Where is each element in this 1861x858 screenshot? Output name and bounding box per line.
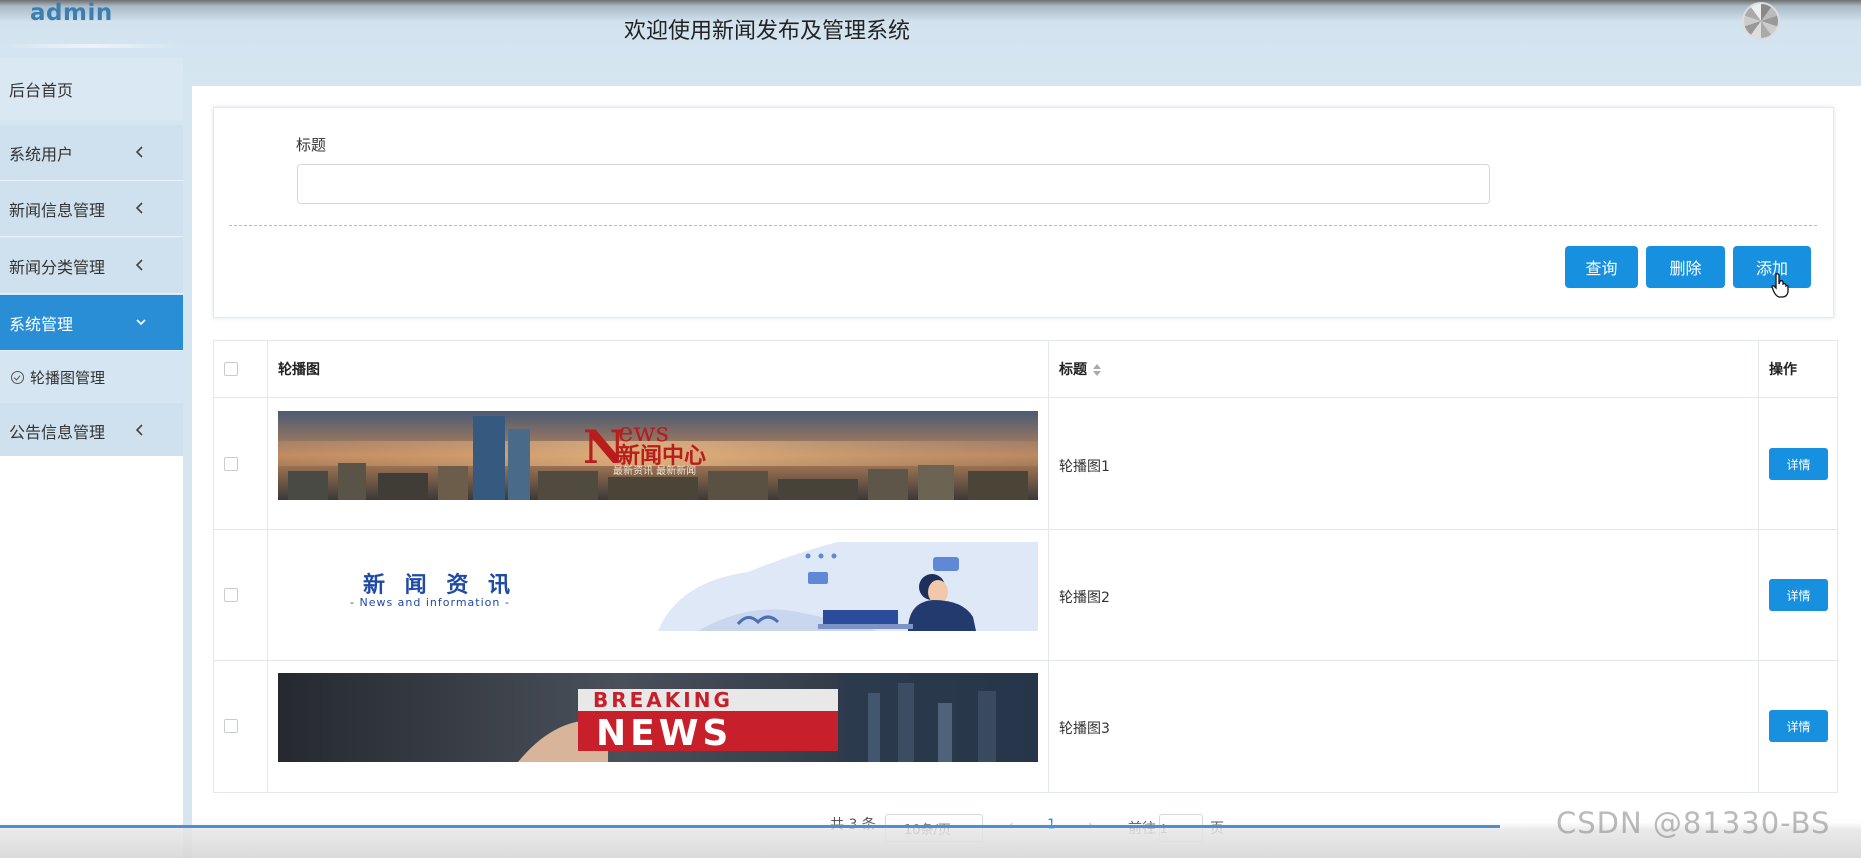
sidebar-item-home[interactable]: 后台首页 (0, 58, 183, 120)
select-all-checkbox[interactable] (224, 362, 238, 376)
column-header-actions: 操作 (1769, 362, 1797, 378)
sidebar-empty-area (0, 456, 183, 858)
sidebar-item-system-users[interactable]: 系统用户 (0, 125, 183, 181)
chevron-down-icon (134, 313, 146, 331)
sidebar-item-label: 新闻信息管理 (9, 200, 106, 220)
detail-button[interactable]: 详情 (1769, 579, 1828, 611)
row-divider (213, 529, 1838, 530)
title-search-input[interactable] (297, 164, 1490, 204)
banner-breaking: BREAKING (593, 688, 733, 712)
detail-button[interactable]: 详情 (1769, 448, 1828, 480)
column-header-label: 标题 (1059, 362, 1087, 378)
brand-logo: admin (30, 0, 113, 26)
column-header-title[interactable]: 标题 (1059, 359, 1101, 379)
chevron-left-icon (134, 256, 146, 274)
sidebar-item-news-category[interactable]: 新闻分类管理 (0, 238, 183, 294)
banner-info-cn: 新 闻 资 讯 (363, 572, 516, 598)
sidebar-item-label: 新闻分类管理 (9, 257, 106, 277)
column-divider (1758, 340, 1759, 793)
column-divider (267, 340, 268, 793)
delete-button[interactable]: 删除 (1646, 246, 1725, 288)
table-header-row (213, 340, 1838, 398)
search-label: 标题 (296, 136, 327, 154)
sidebar-subitem-label: 轮播图管理 (30, 368, 106, 387)
banner-info-en: - News and information - (350, 596, 510, 609)
sidebar-divider (183, 86, 192, 858)
column-divider (1048, 340, 1049, 793)
sidebar-item-news-info[interactable]: 新闻信息管理 (0, 181, 183, 237)
row-checkbox[interactable] (224, 588, 238, 602)
banner-news: NEWS (596, 713, 732, 754)
sidebar-item-label: 公告信息管理 (9, 422, 106, 442)
carousel-thumbnail: N ews 新闻中心 最新资讯 最新新闻 (278, 411, 1038, 500)
hand-cursor-icon (1770, 272, 1790, 304)
top-bar (0, 0, 1861, 86)
chevron-left-icon (134, 199, 146, 217)
check-circle-icon (11, 370, 24, 384)
detail-button[interactable]: 详情 (1769, 710, 1828, 742)
search-divider (229, 225, 1817, 226)
sidebar-subitem-carousel[interactable]: 轮播图管理 (0, 351, 183, 403)
bottom-progress-line (0, 825, 1500, 828)
sidebar-item-system-management[interactable]: 系统管理 (0, 295, 183, 351)
column-header-image: 轮播图 (278, 362, 320, 378)
banner-news-sub: 最新资讯 最新新闻 (613, 464, 696, 477)
query-button[interactable]: 查询 (1565, 246, 1638, 288)
watermark: CSDN @81330-BS (1556, 806, 1831, 840)
brand-underline (0, 44, 182, 48)
carousel-thumbnail: BREAKING NEWS (278, 673, 1038, 762)
carousel-thumbnail: 新 闻 资 讯 - News and information - (278, 542, 1038, 631)
row-title: 轮播图2 (1059, 590, 1110, 606)
row-title: 轮播图1 (1059, 459, 1110, 475)
row-checkbox[interactable] (224, 719, 238, 733)
sidebar-item-label: 后台首页 (9, 81, 74, 100)
sidebar-item-label: 系统管理 (9, 314, 74, 334)
row-checkbox[interactable] (224, 457, 238, 471)
sidebar-item-label: 系统用户 (9, 144, 74, 164)
sidebar-item-announcements[interactable]: 公告信息管理 (0, 403, 183, 459)
row-title: 轮播图3 (1059, 721, 1110, 737)
row-divider (213, 660, 1838, 661)
page-title: 欢迎使用新闻发布及管理系统 (624, 19, 911, 44)
chevron-left-icon (134, 143, 146, 161)
loading-spinner-icon (1742, 2, 1780, 40)
sort-icon[interactable] (1093, 364, 1101, 376)
chevron-left-icon (134, 421, 146, 439)
